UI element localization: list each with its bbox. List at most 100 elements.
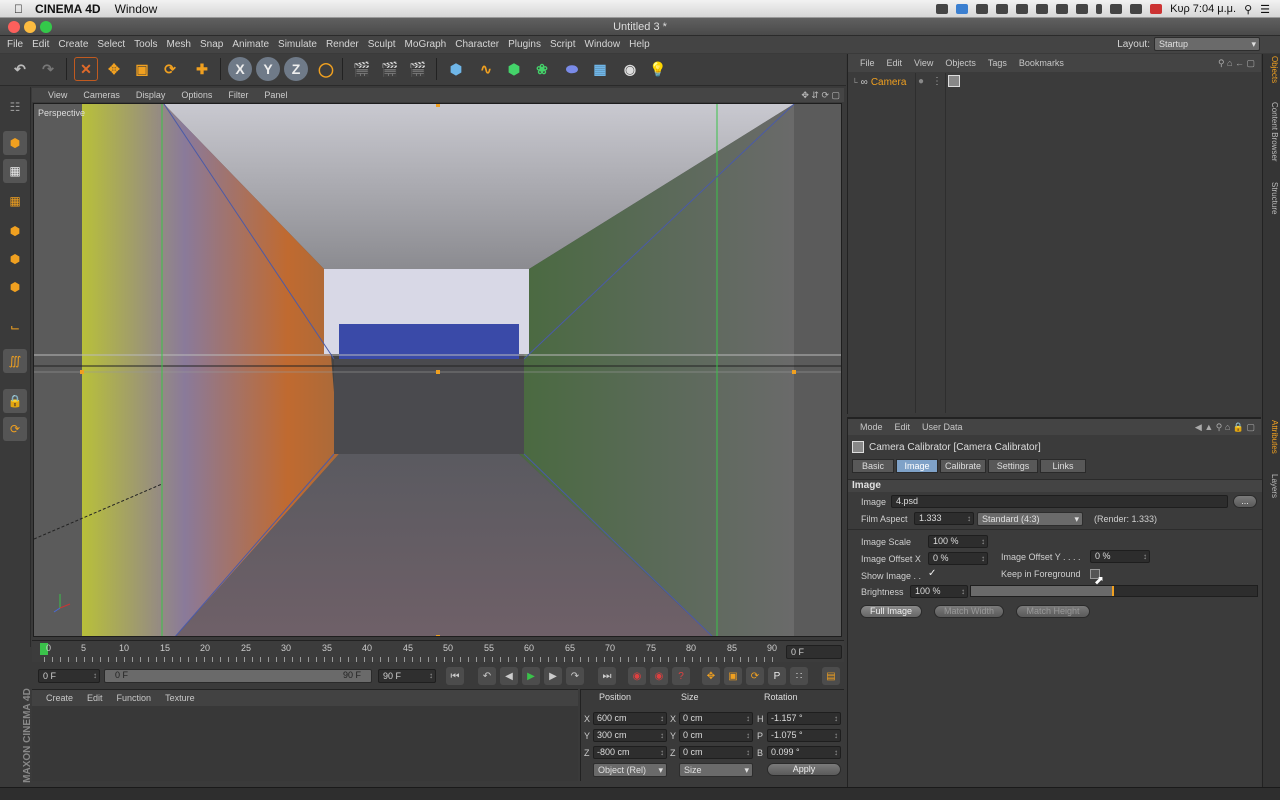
rotate-icon[interactable]: ⟳ bbox=[158, 57, 182, 81]
wifi-icon[interactable] bbox=[1110, 4, 1123, 14]
coordinate-mode-dropdown[interactable]: Object (Rel) bbox=[593, 763, 667, 777]
timeline-ruler[interactable]: 0 5 10 15 20 25 30 35 40 45 50 55 60 65 … bbox=[32, 640, 844, 662]
menu-file[interactable]: File bbox=[7, 39, 23, 50]
position-z-field[interactable]: -800 cm bbox=[593, 746, 667, 759]
viewport-menu-display[interactable]: Display bbox=[136, 90, 166, 100]
app-menu[interactable]: CINEMA 4D bbox=[35, 2, 101, 16]
mograph-icon[interactable]: ❀ bbox=[530, 57, 554, 81]
viewport-menu-options[interactable]: Options bbox=[181, 90, 212, 100]
timemachine-icon[interactable] bbox=[1036, 4, 1049, 14]
attr-nav-icons[interactable]: ◀ ▲ ⚲ ⌂ 🔒 ▢ bbox=[1195, 422, 1255, 433]
menu-character[interactable]: Character bbox=[455, 39, 499, 50]
timeline-window-icon[interactable]: ▤ bbox=[822, 667, 840, 685]
object-name[interactable]: Camera bbox=[871, 77, 907, 88]
material-menu-create[interactable]: Create bbox=[46, 693, 73, 703]
planar-workplane-icon[interactable]: ⟳ bbox=[3, 417, 27, 441]
size-mode-dropdown[interactable]: Size bbox=[679, 763, 753, 777]
autokey-icon[interactable]: ◉ bbox=[650, 667, 668, 685]
brush-icon[interactable] bbox=[1016, 4, 1029, 14]
texture-mode-icon[interactable]: ▦ bbox=[3, 159, 27, 183]
minimize-window-icon[interactable] bbox=[24, 21, 36, 33]
match-height-button[interactable]: Match Height bbox=[1016, 605, 1090, 618]
make-editable-icon[interactable]: ☷ bbox=[3, 95, 27, 119]
go-to-start-icon[interactable]: ⏮ bbox=[446, 667, 464, 685]
obj-search-icons[interactable]: ⚲ ⌂ ← ▢ bbox=[1218, 58, 1255, 69]
bluetooth-icon[interactable] bbox=[1096, 4, 1103, 14]
range-slider[interactable]: 0 F 90 F bbox=[104, 669, 372, 683]
material-menu-edit[interactable]: Edit bbox=[87, 693, 103, 703]
show-image-checkbox[interactable]: ✓ bbox=[928, 568, 936, 579]
go-to-next-key-icon[interactable]: ↷ bbox=[566, 667, 584, 685]
menu-simulate[interactable]: Simulate bbox=[278, 39, 317, 50]
menu-tools[interactable]: Tools bbox=[134, 39, 157, 50]
volume-icon[interactable] bbox=[1130, 4, 1143, 14]
spline-icon[interactable]: ∿ bbox=[474, 57, 498, 81]
points-mode-icon[interactable]: ⬢ bbox=[3, 219, 27, 243]
list-icon[interactable]: ☰ bbox=[1260, 3, 1270, 16]
scale-icon[interactable]: ▣ bbox=[130, 57, 154, 81]
offset-y-field[interactable]: 0 % bbox=[1090, 550, 1150, 563]
offset-x-field[interactable]: 0 % bbox=[928, 552, 988, 565]
start-frame-field[interactable]: 0 F bbox=[38, 669, 100, 683]
key-position-icon[interactable]: ✥ bbox=[702, 667, 720, 685]
model-mode-icon[interactable]: ⬢ bbox=[3, 131, 27, 155]
calibrator-tag-icon[interactable] bbox=[948, 75, 960, 87]
obj-menu-edit[interactable]: Edit bbox=[887, 58, 903, 68]
menu-animate[interactable]: Animate bbox=[232, 39, 269, 50]
menu-create[interactable]: Create bbox=[58, 39, 88, 50]
deformer-icon[interactable]: ⬬ bbox=[560, 57, 584, 81]
key-pla-icon[interactable]: ∷ bbox=[790, 667, 808, 685]
record-keys-icon[interactable]: ◉ bbox=[628, 667, 646, 685]
window-menu[interactable]: Window bbox=[115, 2, 158, 16]
key-rotation-icon[interactable]: ⟳ bbox=[746, 667, 764, 685]
light-icon[interactable]: 💡 bbox=[646, 57, 670, 81]
position-x-field[interactable]: 600 cm bbox=[593, 712, 667, 725]
camera-icon[interactable] bbox=[936, 4, 949, 14]
brightness-field[interactable]: 100 % bbox=[910, 585, 968, 598]
redo-icon[interactable]: ↷ bbox=[36, 57, 60, 81]
edges-mode-icon[interactable]: ⬢ bbox=[3, 247, 27, 271]
apple-icon[interactable]:  bbox=[14, 2, 23, 16]
viewport-menu-panel[interactable]: Panel bbox=[264, 90, 287, 100]
floor-icon[interactable]: ▦ bbox=[588, 57, 612, 81]
x-axis-icon[interactable]: X bbox=[228, 57, 252, 81]
tray-app-icon[interactable] bbox=[976, 4, 989, 14]
rotation-b-field[interactable]: 0.099 ° bbox=[767, 746, 841, 759]
browse-button[interactable]: ... bbox=[1233, 495, 1257, 508]
tab-calibrate[interactable]: Calibrate bbox=[940, 459, 986, 473]
menu-edit[interactable]: Edit bbox=[32, 39, 49, 50]
menu-sculpt[interactable]: Sculpt bbox=[368, 39, 396, 50]
image-scale-field[interactable]: 100 % bbox=[928, 535, 988, 548]
cube-icon[interactable]: ⬢ bbox=[444, 57, 468, 81]
undo-icon[interactable]: ↶ bbox=[8, 57, 32, 81]
play-icon[interactable]: ▶ bbox=[522, 667, 540, 685]
obj-menu-tags[interactable]: Tags bbox=[988, 58, 1007, 68]
menu-window[interactable]: Window bbox=[585, 39, 621, 50]
vtab-objects[interactable]: Objects bbox=[1265, 56, 1279, 83]
size-z-field[interactable]: 0 cm bbox=[679, 746, 753, 759]
add-object-icon[interactable]: ✚ bbox=[190, 57, 214, 81]
dropbox-icon[interactable] bbox=[956, 4, 969, 14]
axis-mode-icon[interactable]: ⌙ bbox=[3, 315, 27, 339]
menu-mograph[interactable]: MoGraph bbox=[405, 39, 447, 50]
size-y-field[interactable]: 0 cm bbox=[679, 729, 753, 742]
position-y-field[interactable]: 300 cm bbox=[593, 729, 667, 742]
display-icon[interactable] bbox=[1076, 4, 1089, 14]
live-selection-icon[interactable]: ✕ bbox=[74, 57, 98, 81]
end-frame-field[interactable]: 90 F bbox=[378, 669, 436, 683]
step-back-icon[interactable]: ◀ bbox=[500, 667, 518, 685]
obj-menu-file[interactable]: File bbox=[860, 58, 875, 68]
vtab-structure[interactable]: Structure bbox=[1265, 182, 1279, 214]
render-settings-icon[interactable]: 🎬 bbox=[406, 57, 430, 81]
render-picture-viewer-icon[interactable]: 🎬 bbox=[378, 57, 402, 81]
lock-workplane-icon[interactable]: 🔒 bbox=[3, 389, 27, 413]
key-scale-icon[interactable]: ▣ bbox=[724, 667, 742, 685]
snap-icon[interactable]: ∭ bbox=[3, 349, 27, 373]
go-to-end-icon[interactable]: ⏭ bbox=[598, 667, 616, 685]
key-parameter-icon[interactable]: P bbox=[768, 667, 786, 685]
move-icon[interactable]: ✥ bbox=[102, 57, 126, 81]
layout-dropdown[interactable]: Startup bbox=[1154, 37, 1260, 51]
menu-select[interactable]: Select bbox=[97, 39, 125, 50]
camera-icon-tb[interactable]: ◉ bbox=[618, 57, 642, 81]
polygons-mode-icon[interactable]: ⬢ bbox=[3, 275, 27, 299]
